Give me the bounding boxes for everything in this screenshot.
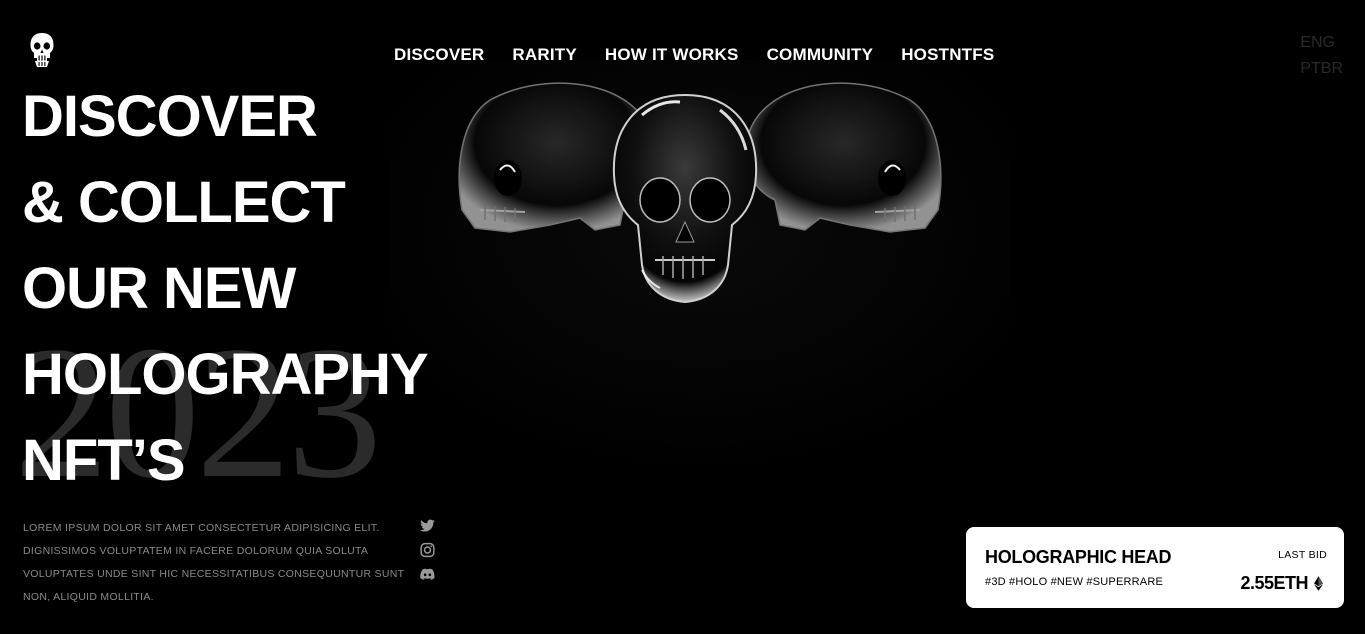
nft-card-price: 2.55ETH [1240, 572, 1323, 594]
instagram-icon[interactable] [419, 542, 436, 558]
hero-skulls-image [380, 60, 1020, 480]
headline-line-4: HOLOGRAPHY [22, 342, 429, 407]
description-line-4: NON, ALIQUID MOLLITIA. [23, 591, 154, 603]
social-links [419, 518, 436, 582]
discord-icon[interactable] [419, 566, 436, 582]
ethereum-icon [1314, 575, 1323, 591]
lang-ptbr[interactable]: PTBR [1300, 58, 1343, 80]
headline-line-2: & COLLECT [22, 170, 346, 235]
price-value: 2.55ETH [1240, 573, 1308, 593]
description-line-3: VOLUPTATES UNDE SINT HIC NECESSITATIBUS … [23, 568, 405, 580]
nft-card-tags: #3D #HOLO #NEW #SUPERRARE [985, 576, 1163, 588]
headline-line-3: OUR NEW [22, 256, 296, 321]
description-line-2: DIGNISSIMOS VOLUPTATEM IN FACERE DOLORUM… [23, 545, 369, 557]
nft-card[interactable]: HOLOGRAPHIC HEAD #3D #HOLO #NEW #SUPERRA… [966, 527, 1344, 608]
lang-eng[interactable]: ENG [1300, 32, 1343, 54]
headline-line-5: NFT’S [22, 428, 186, 493]
description-line-1: LOREM IPSUM DOLOR SIT AMET CONSECTETUR A… [23, 522, 380, 534]
landing-page: DISCOVER RARITY HOW IT WORKS COMMUNITY H… [0, 0, 1365, 634]
nft-card-title: HOLOGRAPHIC HEAD [985, 547, 1172, 567]
headline-line-1: DISCOVER [22, 84, 318, 149]
twitter-icon[interactable] [419, 518, 436, 534]
skull-logo-icon[interactable] [29, 32, 55, 68]
last-bid-label: LAST BID [1278, 549, 1327, 561]
hero-headline: DISCOVER & COLLECT OUR NEW HOLOGRAPHY NF… [22, 74, 429, 504]
hero-description: LOREM IPSUM DOLOR SIT AMET CONSECTETUR A… [23, 517, 413, 609]
language-switcher: ENG PTBR [1300, 32, 1343, 80]
